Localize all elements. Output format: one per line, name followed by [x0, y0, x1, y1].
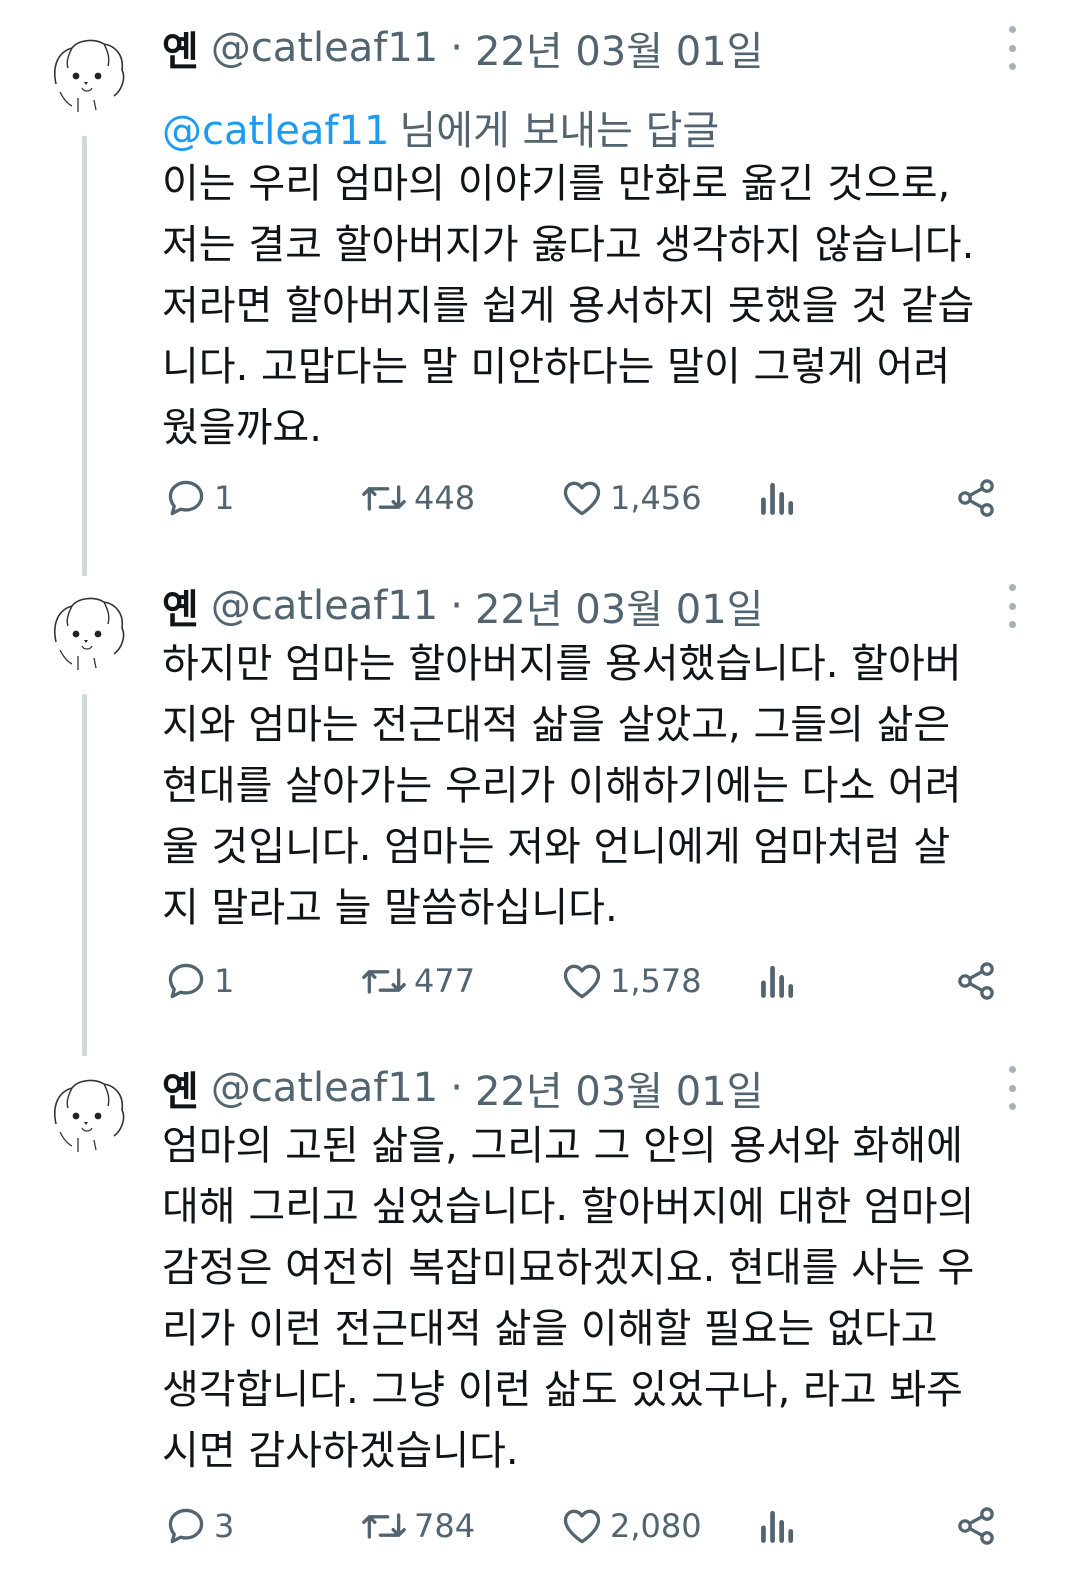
display-name[interactable]: 옌 — [162, 19, 199, 77]
share-icon — [958, 962, 994, 1000]
reply-context: @catleaf11 님에게 보내는 답글 — [162, 98, 719, 156]
tweet-date[interactable]: 22년 03월 01일 — [475, 1059, 764, 1117]
tweet-text-line: 이는 우리 엄마의 이야기를 만화로 옮긴 것으로, — [162, 161, 951, 207]
more-vertical-icon[interactable] — [994, 26, 1030, 70]
tweet-actions: 1 477 1,578 — [0, 956, 1080, 1006]
views-button[interactable] — [758, 1501, 798, 1551]
tweet-text-line: 지와 엄마는 전근대적 삶을 살았고, 그들의 삶은 — [162, 702, 951, 748]
tweet-text-line: 니다. 고맙다는 말 미안하다는 말이 그렇게 어려 — [162, 344, 951, 390]
reply-icon — [168, 480, 204, 516]
tweet-text-line: 엄마의 고된 삶을, 그리고 그 안의 용서와 화해에 — [162, 1123, 963, 1169]
share-icon — [958, 479, 994, 517]
views-button[interactable] — [758, 956, 798, 1006]
tweet-header: 옌 @catleaf11 · 22년 03월 01일 — [162, 576, 980, 636]
heart-icon — [563, 1509, 601, 1544]
reply-count: 1 — [214, 479, 235, 517]
tweet-text: 엄마의 고된 삶을, 그리고 그 안의 용서와 화해에 대해 그리고 싶었습니다… — [162, 1116, 1042, 1482]
like-button[interactable]: 1,456 — [560, 473, 702, 523]
more-vertical-icon[interactable] — [994, 1066, 1030, 1110]
tweet-text: 이는 우리 엄마의 이야기를 만화로 옮긴 것으로, 저는 결코 할아버지가 옳… — [162, 154, 1042, 459]
like-count: 1,456 — [610, 479, 702, 517]
reply-to-label: 님에게 보내는 답글 — [399, 108, 720, 154]
share-button[interactable] — [954, 956, 998, 1006]
tweet-date[interactable]: 22년 03월 01일 — [475, 577, 764, 635]
heart-icon — [563, 481, 601, 516]
reply-icon — [168, 1508, 204, 1544]
tweet-text-line: 웠을까요. — [162, 405, 322, 451]
tweet-text-line: 생각합니다. 그냥 이런 삶도 있었구나, 라고 봐주 — [162, 1367, 963, 1413]
share-icon — [958, 1507, 994, 1545]
views-icon — [761, 965, 794, 998]
retweet-count: 448 — [414, 479, 476, 517]
display-name[interactable]: 옌 — [162, 1059, 199, 1117]
retweet-icon — [362, 485, 406, 511]
tweet-text-line: 현대를 살아가는 우리가 이해하기에는 다소 어려 — [162, 763, 962, 809]
views-button[interactable] — [758, 473, 798, 523]
more-vertical-icon[interactable] — [994, 584, 1030, 628]
reply-count: 1 — [214, 962, 235, 1000]
cat-avatar-icon[interactable] — [38, 1066, 134, 1162]
tweet-text-line: 시면 감사하겠습니다. — [162, 1428, 519, 1474]
reply-button[interactable]: 3 — [164, 1501, 234, 1551]
share-button[interactable] — [954, 1501, 998, 1551]
tweet-header: 옌 @catleaf11 · 22년 03월 01일 — [162, 1058, 980, 1118]
separator: · — [450, 25, 463, 71]
reply-button[interactable]: 1 — [164, 956, 234, 1006]
retweet-button[interactable]: 448 — [360, 473, 475, 523]
reply-button[interactable]: 1 — [164, 473, 234, 523]
reply-count: 3 — [214, 1507, 235, 1545]
views-icon — [761, 482, 794, 515]
retweet-count: 477 — [414, 962, 476, 1000]
tweet-text-line: 저는 결코 할아버지가 옳다고 생각하지 않습니다. — [162, 222, 975, 268]
tweet-date[interactable]: 22년 03월 01일 — [475, 19, 764, 77]
retweet-icon — [362, 968, 406, 994]
tweet-text-line: 하지만 엄마는 할아버지를 용서했습니다. 할아버 — [162, 641, 962, 687]
display-name[interactable]: 옌 — [162, 577, 199, 635]
like-count: 2,080 — [610, 1507, 702, 1545]
user-handle[interactable]: @catleaf11 — [211, 25, 438, 71]
tweet-text-line: 대해 그리고 싶었습니다. 할아버지에 대한 엄마의 — [162, 1184, 975, 1230]
reply-icon — [168, 963, 204, 999]
tweet-text-line: 울 것입니다. 엄마는 저와 언니에게 엄마처럼 살 — [162, 824, 951, 870]
tweet-text-line: 리가 이런 전근대적 삶을 이해할 필요는 없다고 — [162, 1306, 938, 1352]
user-handle[interactable]: @catleaf11 — [211, 1065, 438, 1111]
tweet-text: 하지만 엄마는 할아버지를 용서했습니다. 할아버 지와 엄마는 전근대적 삶을… — [162, 634, 1042, 939]
like-count: 1,578 — [610, 962, 702, 1000]
tweet-text-line: 저라면 할아버지를 쉽게 용서하지 못했을 것 같습 — [162, 283, 975, 329]
tweet-text-line: 감정은 여전히 복잡미묘하겠지요. 현대를 사는 우 — [162, 1245, 975, 1291]
retweet-icon — [362, 1513, 406, 1539]
like-button[interactable]: 1,578 — [560, 956, 702, 1006]
separator: · — [450, 1065, 463, 1111]
cat-avatar-icon[interactable] — [38, 26, 134, 122]
share-button[interactable] — [954, 473, 998, 523]
mention-link[interactable]: @catleaf11 — [162, 108, 389, 154]
tweet-actions: 1 448 1,456 — [0, 473, 1080, 523]
retweet-button[interactable]: 477 — [360, 956, 475, 1006]
heart-icon — [563, 964, 601, 999]
cat-avatar-icon[interactable] — [38, 584, 134, 680]
retweet-count: 784 — [414, 1507, 476, 1545]
separator: · — [450, 583, 463, 629]
tweet-text-line: 지 말라고 늘 말씀하십니다. — [162, 885, 618, 931]
tweet-actions: 3 784 2,080 — [0, 1501, 1080, 1551]
retweet-button[interactable]: 784 — [360, 1501, 475, 1551]
user-handle[interactable]: @catleaf11 — [211, 583, 438, 629]
views-icon — [761, 1510, 794, 1543]
tweet-header: 옌 @catleaf11 · 22년 03월 01일 — [162, 18, 980, 78]
like-button[interactable]: 2,080 — [560, 1501, 702, 1551]
